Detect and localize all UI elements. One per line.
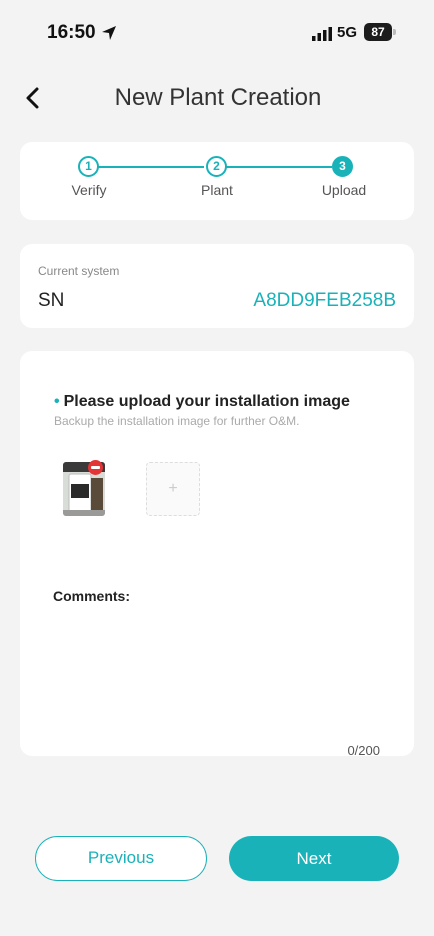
signal-bars-icon xyxy=(312,27,332,41)
page-title: New Plant Creation xyxy=(114,84,322,111)
step-label-plant: Plant xyxy=(201,182,233,198)
remove-icon[interactable] xyxy=(88,460,103,475)
previous-button[interactable]: Previous xyxy=(35,836,207,881)
current-system-card: Current system SN A8DD9FEB258B xyxy=(20,244,414,328)
step-connector-2 xyxy=(225,166,332,168)
battery-tip xyxy=(393,29,396,35)
current-system-caption: Current system xyxy=(38,264,120,278)
upload-title-text: Please upload your installation image xyxy=(63,393,350,410)
sn-value: A8DD9FEB258B xyxy=(253,290,396,311)
step-circle-verify: 1 xyxy=(78,156,99,177)
network-type: 5G xyxy=(337,24,358,41)
upload-title: • Please upload your installation image xyxy=(54,393,350,411)
step-label-verify: Verify xyxy=(71,182,107,198)
comments-label: Comments: xyxy=(53,588,131,604)
next-button[interactable]: Next xyxy=(229,836,399,881)
comments-char-count: 0/200 xyxy=(347,743,380,758)
step-circle-plant: 2 xyxy=(206,156,227,177)
add-image-button[interactable]: + xyxy=(146,462,200,516)
sn-label: SN xyxy=(38,290,65,311)
upload-card: • Please upload your installation image B… xyxy=(20,351,414,758)
battery-level: 87 xyxy=(364,23,392,41)
plus-icon: + xyxy=(168,480,178,497)
step-connector-1 xyxy=(97,166,204,168)
step-circle-upload: 3 xyxy=(332,156,353,177)
status-time: 16:50 xyxy=(47,22,96,43)
required-marker: • xyxy=(54,393,60,410)
stepper: 1 2 3 Verify Plant Upload xyxy=(20,142,414,220)
comments-input[interactable] xyxy=(53,609,383,729)
location-arrow-icon xyxy=(102,26,116,40)
upload-subtitle: Backup the installation image for furthe… xyxy=(54,414,300,428)
screen: 16:50 5G 87 New Plant Creation 1 2 3 Ver… xyxy=(0,0,434,936)
status-bar: 16:50 5G 87 xyxy=(0,22,434,48)
step-label-upload: Upload xyxy=(321,182,367,198)
